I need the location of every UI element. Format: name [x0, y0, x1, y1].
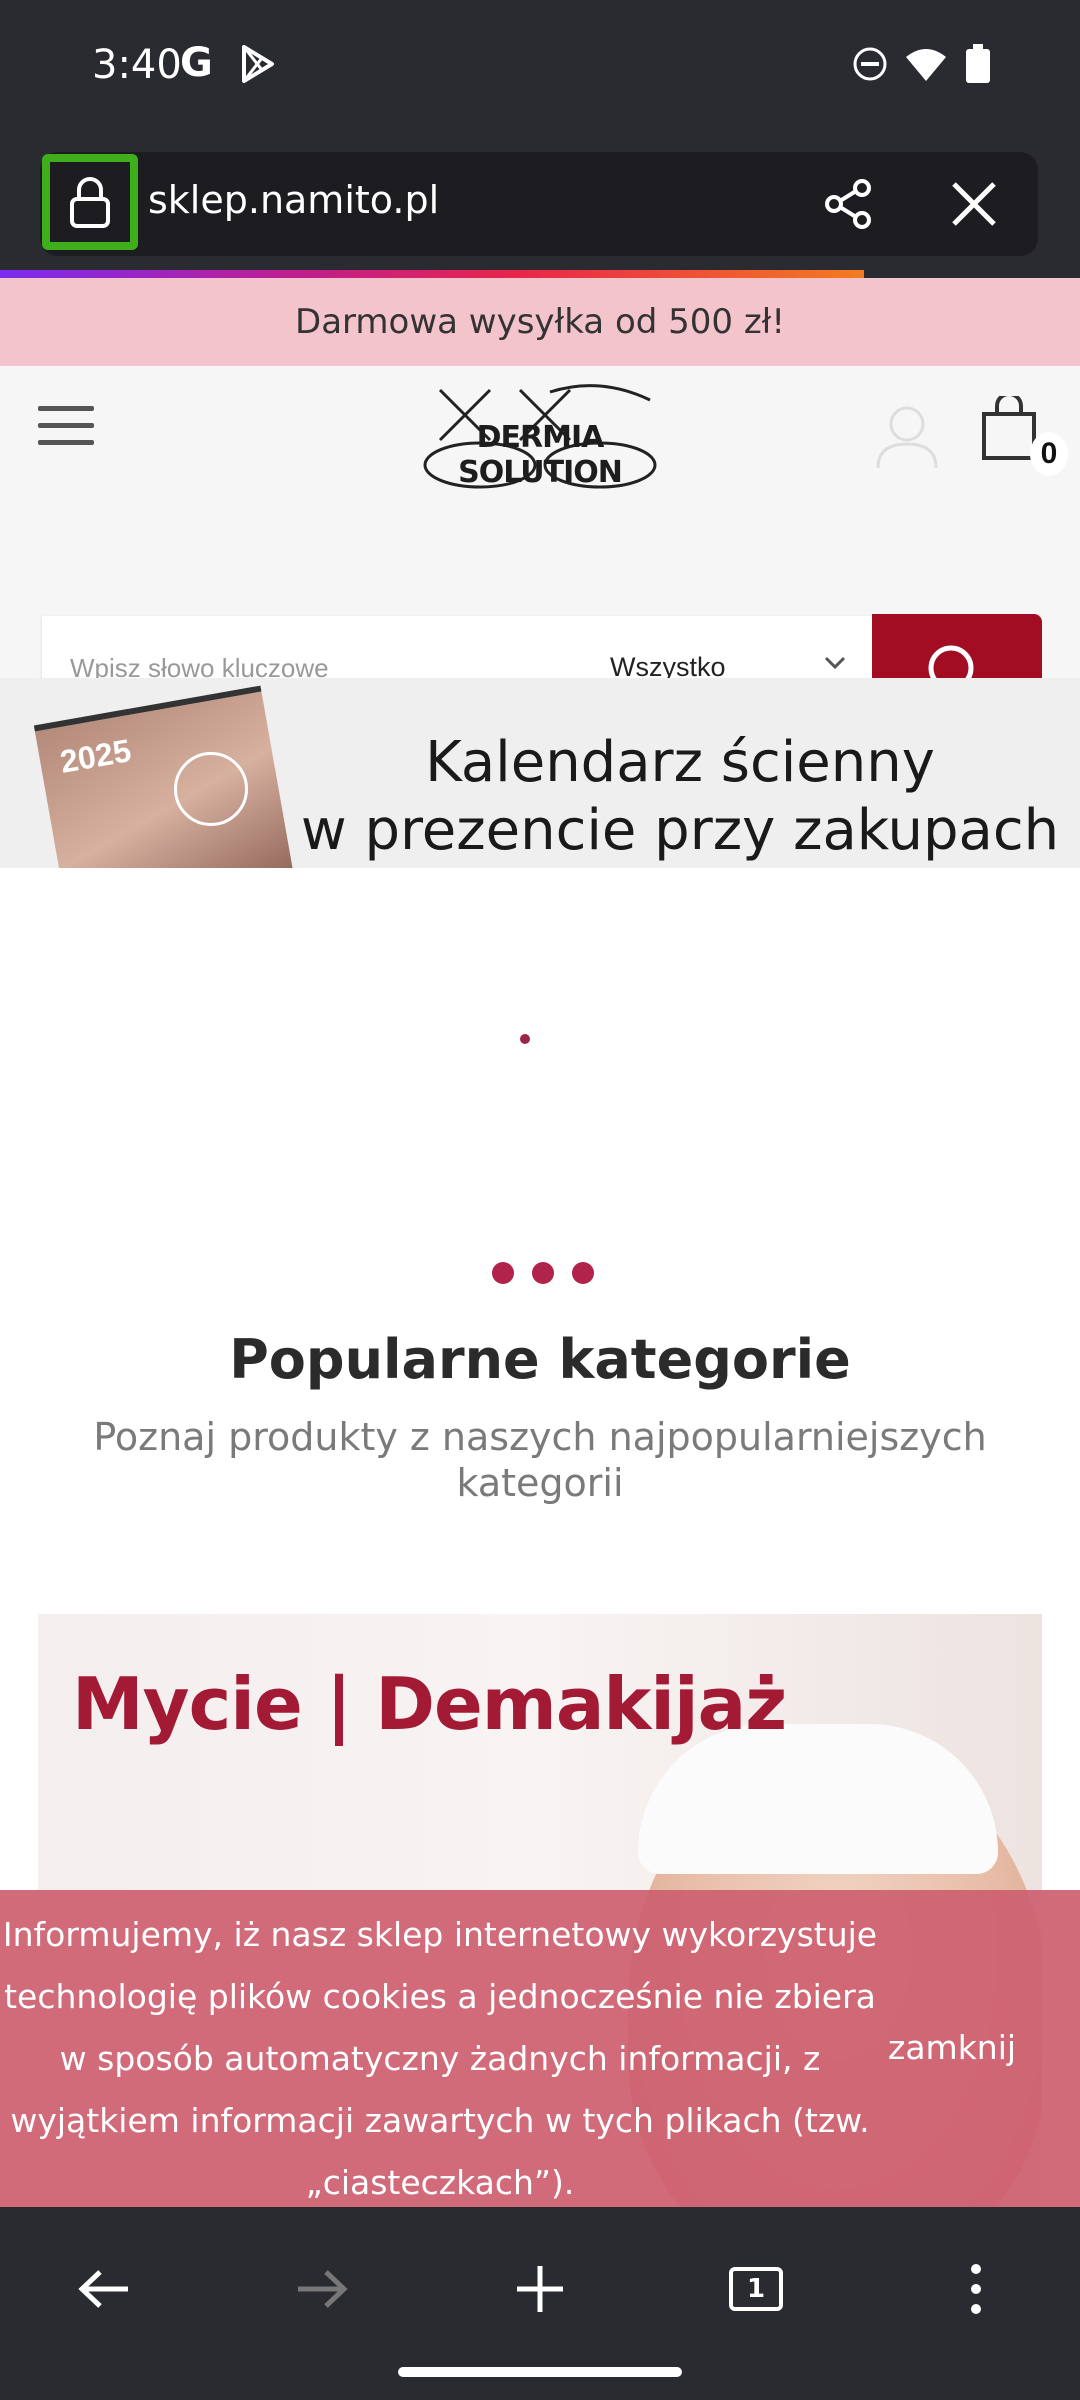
plus-icon	[517, 2266, 563, 2312]
arrow-right-icon	[298, 2270, 348, 2308]
site-security-button[interactable]	[42, 154, 138, 250]
banner-headline: Kalendarz ścienny	[425, 730, 935, 795]
tab-switcher-button[interactable]: 1	[716, 2249, 796, 2329]
carousel-indicator-dot[interactable]	[520, 1034, 530, 1044]
cookie-close-button[interactable]: zamknij	[888, 2028, 1016, 2067]
site-header: DERMIA SOLUTION 0 Wszystko	[0, 366, 1080, 734]
category-card-title: Mycie | Demakijaż	[72, 1662, 787, 1746]
play-store-icon	[242, 45, 274, 83]
more-options-button[interactable]	[936, 2249, 1016, 2329]
browser-bottom-toolbar: 1	[0, 2207, 1080, 2400]
page-load-progress	[0, 270, 864, 278]
promo-banner: Darmowa wysyłka od 500 zł!	[0, 278, 1080, 366]
cookie-line: technologię plików cookies a jednocześni…	[4, 1977, 876, 2016]
lock-icon	[70, 177, 110, 228]
section-decoration-dots	[492, 1262, 594, 1284]
cookie-line: wyjątkiem informacji zawartych w tych pl…	[10, 2101, 870, 2140]
banner-subheadline: w prezencie przy zakupach	[300, 798, 1060, 863]
wifi-icon	[906, 49, 946, 81]
promo-carousel-banner[interactable]: 2025 Kalendarz ścienny w prezencie przy …	[0, 678, 1080, 868]
tabs-icon: 1	[729, 2267, 783, 2311]
status-icons	[852, 44, 992, 84]
section-title: Popularne kategorie	[229, 1328, 851, 1391]
tab-count: 1	[746, 2274, 766, 2304]
close-icon	[952, 182, 996, 226]
status-bar: 3:40 G	[0, 0, 1080, 135]
share-button[interactable]	[820, 176, 876, 237]
new-tab-button[interactable]	[500, 2249, 580, 2329]
hamburger-menu-button[interactable]	[38, 406, 94, 457]
google-icon: G	[180, 40, 213, 86]
share-icon	[825, 179, 871, 229]
user-account-icon[interactable]	[872, 400, 942, 470]
battery-icon	[966, 44, 990, 83]
cookie-line: „ciasteczkach”).	[305, 2163, 575, 2202]
back-button[interactable]	[64, 2249, 144, 2329]
cookie-notice: Informujemy, iż nasz sklep internetowy w…	[0, 1890, 1080, 2207]
close-tab-button[interactable]	[948, 178, 1000, 235]
towel-image	[638, 1724, 998, 1874]
arrow-left-icon	[78, 2270, 128, 2308]
site-logo[interactable]: DERMIA SOLUTION	[400, 380, 680, 490]
cart-count-badge: 0	[1030, 432, 1068, 476]
cookie-line: w sposób automatyczny żadnych informacji…	[59, 2039, 821, 2078]
logo-text: DERMIA SOLUTION	[458, 420, 623, 490]
address-bar[interactable]: sklep.namito.pl	[40, 152, 1038, 256]
chevron-down-icon[interactable]	[824, 656, 846, 670]
forward-button[interactable]	[282, 2249, 362, 2329]
status-time: 3:40	[92, 42, 182, 88]
more-vertical-icon	[971, 2264, 981, 2314]
dnd-icon	[853, 47, 887, 81]
home-gesture-bar[interactable]	[398, 2367, 682, 2377]
cookie-line: Informujemy, iż nasz sklep internetowy w…	[2, 1915, 878, 1954]
url-text[interactable]: sklep.namito.pl	[148, 178, 439, 222]
cookie-notice-text: Informujemy, iż nasz sklep internetowy w…	[0, 1904, 880, 2207]
web-page: Darmowa wysyłka od 500 zł! DERMIA SOLUTI…	[0, 278, 1080, 2207]
section-subtitle: Poznaj produkty z naszych najpopularniej…	[93, 1415, 987, 1505]
calendar-circle-decoration	[174, 752, 248, 826]
